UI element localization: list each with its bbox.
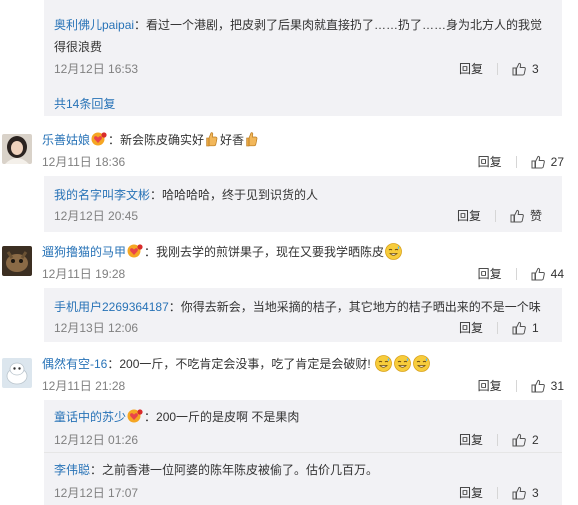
action-divider [494, 209, 496, 222]
sub-reply-box: 我的名字叫李文彬：哈哈哈哈，终于见到识货的人 12月12日 20:45 回复 赞 [44, 176, 562, 232]
action-divider [497, 486, 498, 499]
comment-text-extra: 好香 [220, 133, 245, 147]
sweat-smile-emoji [385, 243, 402, 260]
comment-text: ：我刚去学的煎饼果子，现在又要我学晒陈皮 [144, 245, 385, 259]
comment-time: 12月11日 21:28 [42, 379, 126, 393]
like-count: 赞 [529, 209, 542, 223]
action-divider [497, 433, 498, 446]
more-replies-link[interactable]: 共14条回复 [54, 95, 115, 112]
reply-time: 12月12日 16:53 [54, 62, 139, 76]
reply-time: 12月12日 20:45 [54, 209, 139, 223]
reply-time: 12月12日 17:07 [54, 486, 139, 500]
heart-badge-icon [127, 244, 143, 258]
reply-time: 12月12日 01:26 [54, 433, 139, 447]
avatar-image [2, 358, 32, 388]
reply-actions: 回复 3 [459, 60, 542, 77]
sub-reply: 童话中的苏少 ：200一斤的是皮啊 不是果肉 12月12日 01:26 回复 2 [44, 400, 562, 453]
thumbs-up-icon[interactable] [512, 433, 526, 447]
thumbs-up-icon[interactable] [531, 155, 545, 169]
reply-actions: 回复 2 [459, 431, 542, 448]
sub-reply: 手机用户2269364187：你得去新会，当地采摘的桔子，其它地方的桔子晒出来的… [44, 288, 562, 342]
more-replies-row: 共14条回复 [44, 88, 562, 116]
like-count: 44 [550, 266, 564, 281]
avatar[interactable] [2, 358, 32, 388]
reply-user-link[interactable]: 李伟聪 [54, 463, 90, 477]
comment-user-link[interactable]: 乐善姑娘 [42, 133, 90, 147]
reply-actions: 回复 3 [459, 484, 542, 501]
thumbs-up-hand-emoji [246, 131, 258, 147]
comment-text: ：新会陈皮确实好 [108, 133, 205, 147]
avatar[interactable] [2, 134, 32, 164]
comment-time: 12月11日 19:28 [42, 267, 126, 281]
sweat-smile-emoji [375, 355, 392, 372]
comment-user-link[interactable]: 偶然有空-16 [42, 357, 107, 371]
reply-text: ：哈哈哈哈，终于见到识货的人 [150, 188, 319, 202]
like-count: 27 [550, 154, 564, 169]
reply-button[interactable]: 回复 [459, 484, 483, 501]
like-count: 3 [532, 485, 539, 500]
action-divider [515, 379, 517, 392]
avatar-image [2, 246, 32, 276]
thumbs-up-icon[interactable] [512, 486, 526, 500]
thumbs-up-icon[interactable] [531, 267, 545, 281]
comment-user-link[interactable]: 遛狗撸猫的马甲 [42, 245, 126, 259]
sub-reply: 李伟聪：之前香港一位阿婆的陈年陈皮被偷了。估价几百万。 12月12日 17:07… [44, 453, 562, 505]
reply-user-link[interactable]: 童话中的苏少 [54, 410, 126, 424]
like-count: 31 [550, 378, 564, 393]
sub-reply: 我的名字叫李文彬：哈哈哈哈，终于见到识货的人 12月12日 20:45 回复 赞 [44, 176, 562, 232]
sub-reply: 奥利佛儿paipai：看过一个港剧，把皮剥了后果肉就直接扔了……扔了……身为北方… [44, 0, 562, 84]
avatar[interactable] [2, 246, 32, 276]
reply-text: ：你得去新会，当地采摘的桔子，其它地方的桔子晒出来的不是一个味 [168, 300, 541, 314]
reply-button[interactable]: 回复 [459, 60, 483, 77]
reply-user-link[interactable]: 我的名字叫李文彬 [54, 188, 150, 202]
sub-reply-box: 手机用户2269364187：你得去新会，当地采摘的桔子，其它地方的桔子晒出来的… [44, 288, 562, 342]
action-divider [497, 62, 498, 75]
heart-badge-icon [91, 132, 107, 146]
like-count: 2 [532, 432, 539, 447]
reply-time: 12月13日 12:06 [54, 321, 139, 335]
action-divider [497, 321, 498, 334]
thumbs-up-icon[interactable] [512, 62, 526, 76]
comment-actions: 回复 27 [478, 153, 564, 170]
reply-button[interactable]: 回复 [457, 207, 481, 224]
thumbs-up-hand-emoji [206, 131, 218, 147]
like-count: 3 [532, 61, 539, 76]
reply-user-link[interactable]: 手机用户2269364187 [54, 300, 169, 314]
reply-button[interactable]: 回复 [478, 265, 502, 282]
reply-button[interactable]: 回复 [459, 319, 483, 336]
thumbs-up-icon[interactable] [531, 379, 545, 393]
reply-text: ：之前香港一位阿婆的陈年陈皮被偷了。估价几百万。 [90, 463, 379, 477]
like-count: 1 [532, 320, 539, 335]
reply-button[interactable]: 回复 [478, 153, 502, 170]
comment-time: 12月11日 18:36 [42, 155, 126, 169]
sub-reply-box: 童话中的苏少 ：200一斤的是皮啊 不是果肉 12月12日 01:26 回复 2 … [44, 400, 562, 505]
action-divider [515, 267, 517, 280]
comment-actions: 回复 44 [478, 265, 564, 282]
action-divider [515, 155, 517, 168]
reply-actions: 回复 1 [459, 319, 542, 336]
sweat-smile-emoji [413, 355, 430, 372]
thumbs-up-icon[interactable] [510, 209, 524, 223]
comment-text: ：200一斤，不吃肯定会没事，吃了肯定是会破财! [107, 357, 371, 371]
sweat-smile-emoji [394, 355, 411, 372]
reply-text: ：200一斤的是皮啊 不是果肉 [144, 410, 300, 424]
avatar-image [2, 134, 32, 164]
comment-actions: 回复 31 [478, 377, 564, 394]
heart-badge-icon [127, 409, 143, 423]
thumbs-up-icon[interactable] [512, 321, 526, 335]
reply-actions: 回复 赞 [457, 207, 542, 224]
reply-button[interactable]: 回复 [478, 377, 502, 394]
sub-reply-box: 奥利佛儿paipai：看过一个港剧，把皮剥了后果肉就直接扔了……扔了……身为北方… [44, 0, 562, 88]
reply-button[interactable]: 回复 [459, 431, 483, 448]
reply-user-link[interactable]: 奥利佛儿paipai [54, 18, 134, 32]
